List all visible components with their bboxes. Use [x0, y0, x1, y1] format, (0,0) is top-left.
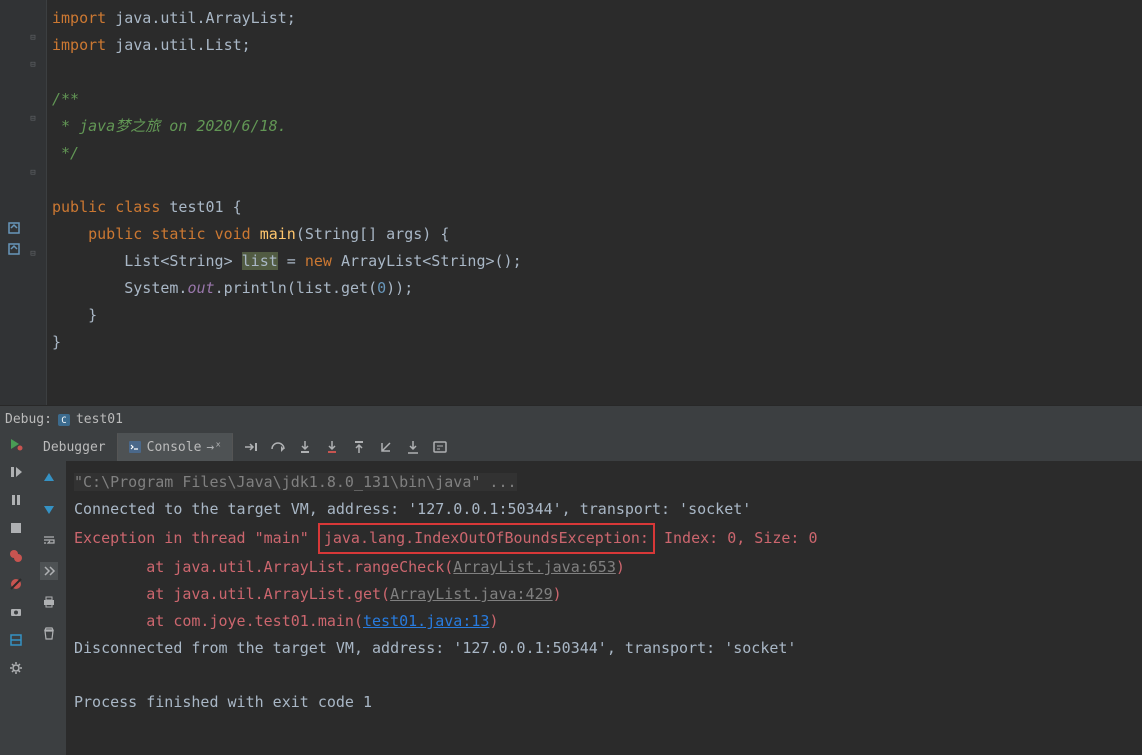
force-step-into-icon[interactable] — [324, 439, 340, 455]
code-gutter[interactable]: ⊟ ⊟ ⊟ ⊟ ⊟ — [27, 0, 47, 405]
debug-toolwindow-bar: Debug: C test01 — [0, 405, 1142, 433]
scroll-up-icon[interactable] — [40, 469, 58, 487]
code-text: System. — [124, 279, 187, 297]
console-line: Connected to the target VM, address: '12… — [74, 500, 751, 518]
impl-icon[interactable] — [6, 220, 22, 236]
code-kw: public — [52, 198, 106, 216]
code-kw: static — [151, 225, 205, 243]
code-text: List<String> — [124, 252, 241, 270]
evaluate-icon[interactable] — [432, 439, 448, 455]
print-icon[interactable] — [40, 593, 58, 611]
tab-label: Debugger — [43, 440, 106, 455]
code-doc: */ — [52, 144, 79, 162]
num-literal: 0 — [377, 279, 386, 297]
resume-icon[interactable] — [8, 464, 24, 480]
code-text: .println — [215, 279, 287, 297]
debug-action-bar — [0, 433, 32, 755]
brace: { — [233, 198, 242, 216]
exit-line: Process finished with exit code 1 — [74, 693, 372, 711]
show-exec-point-icon[interactable] — [243, 439, 259, 455]
brace: } — [88, 306, 97, 324]
rerun-icon[interactable] — [8, 436, 24, 452]
debug-body: Debugger Console →ˣ — [0, 433, 1142, 755]
code-kw: public — [88, 225, 142, 243]
editor-area: ⊟ ⊟ ⊟ ⊟ ⊟ import java.util.ArrayList; im… — [0, 0, 1142, 405]
step-out-icon[interactable] — [351, 439, 367, 455]
console-line: Disconnected from the target VM, address… — [74, 639, 796, 657]
static-field: out — [187, 279, 214, 297]
stop-icon[interactable] — [8, 520, 24, 536]
step-into-icon[interactable] — [297, 439, 313, 455]
var-highlight: list — [242, 252, 278, 270]
method-name: main — [260, 225, 296, 243]
exception-line: Exception in thread "main" java.lang.Ind… — [74, 529, 818, 547]
exception-highlight: java.lang.IndexOutOfBoundsException: — [318, 523, 655, 554]
class-icon: C — [57, 413, 71, 427]
stack-link[interactable]: ArrayList.java:429 — [390, 585, 553, 603]
layout-icon[interactable] — [8, 632, 24, 648]
code-doc: * java梦之旅 on 2020/6/18. — [52, 117, 287, 135]
debug-tab-name[interactable]: test01 — [76, 412, 123, 427]
stack-line: at com.joye.test01.main(test01.java:13) — [74, 612, 498, 630]
stack-line: at java.util.ArrayList.rangeCheck(ArrayL… — [74, 558, 625, 576]
code-text: (list.get( — [287, 279, 377, 297]
tab-label: Console — [147, 440, 202, 455]
debug-panel: Debugger Console →ˣ — [0, 433, 1142, 755]
pause-icon[interactable] — [8, 492, 24, 508]
code-text: java.util.List; — [106, 36, 251, 54]
fold-marker[interactable]: ⊟ — [27, 113, 39, 125]
run-to-cursor-icon[interactable] — [405, 439, 421, 455]
code-text: java.util.ArrayList; — [106, 9, 296, 27]
stack-link[interactable]: ArrayList.java:653 — [453, 558, 616, 576]
step-over-icon[interactable] — [270, 439, 286, 455]
soft-wrap-icon[interactable] — [40, 531, 58, 549]
tab-debugger[interactable]: Debugger — [32, 433, 117, 461]
code-kw: class — [115, 198, 160, 216]
code-text: (String[] args) { — [296, 225, 450, 243]
mute-breakpoints-icon[interactable] — [8, 576, 24, 592]
fold-marker[interactable]: ⊟ — [27, 167, 39, 179]
scroll-to-end-icon[interactable] — [40, 562, 58, 580]
step-toolbar — [233, 433, 448, 461]
code-kw: import — [52, 9, 106, 27]
cmd-line: "C:\Program Files\Java\jdk1.8.0_131\bin\… — [74, 473, 517, 491]
fold-marker[interactable]: ⊟ — [27, 59, 39, 71]
code-kw: void — [215, 225, 251, 243]
fold-marker[interactable]: ⊟ — [27, 32, 39, 44]
brace: } — [52, 333, 61, 351]
settings-icon[interactable] — [8, 660, 24, 676]
debug-tabs-toolbar: Debugger Console →ˣ — [32, 433, 1142, 461]
debug-label: Debug: — [5, 412, 52, 427]
stack-link[interactable]: test01.java:13 — [363, 612, 489, 630]
camera-icon[interactable] — [8, 604, 24, 620]
console-output[interactable]: "C:\Program Files\Java\jdk1.8.0_131\bin\… — [66, 461, 1142, 755]
code-text: )); — [386, 279, 413, 297]
code-text: ArrayList<String>(); — [332, 252, 522, 270]
code-text: = — [278, 252, 305, 270]
breakpoints-icon[interactable] — [8, 548, 24, 564]
code-kw: new — [305, 252, 332, 270]
console-controls — [32, 461, 66, 755]
code-kw: import — [52, 36, 106, 54]
stack-line: at java.util.ArrayList.get(ArrayList.jav… — [74, 585, 562, 603]
drop-frame-icon[interactable] — [378, 439, 394, 455]
pin-icon[interactable]: →ˣ — [206, 440, 222, 455]
fold-marker[interactable]: ⊟ — [27, 248, 39, 260]
code-content[interactable]: import java.util.ArrayList; import java.… — [47, 0, 1142, 405]
scroll-down-icon[interactable] — [40, 500, 58, 518]
svg-text:C: C — [61, 416, 66, 426]
console-tab-icon — [128, 440, 142, 454]
console-wrap: Debugger Console →ˣ — [32, 433, 1142, 755]
editor-left-icons — [0, 0, 27, 405]
override-icon[interactable] — [6, 241, 22, 257]
class-name: test01 — [169, 198, 223, 216]
console-area: "C:\Program Files\Java\jdk1.8.0_131\bin\… — [32, 461, 1142, 755]
code-doc: /** — [52, 90, 79, 108]
tab-console[interactable]: Console →ˣ — [117, 433, 233, 461]
clear-icon[interactable] — [40, 624, 58, 642]
